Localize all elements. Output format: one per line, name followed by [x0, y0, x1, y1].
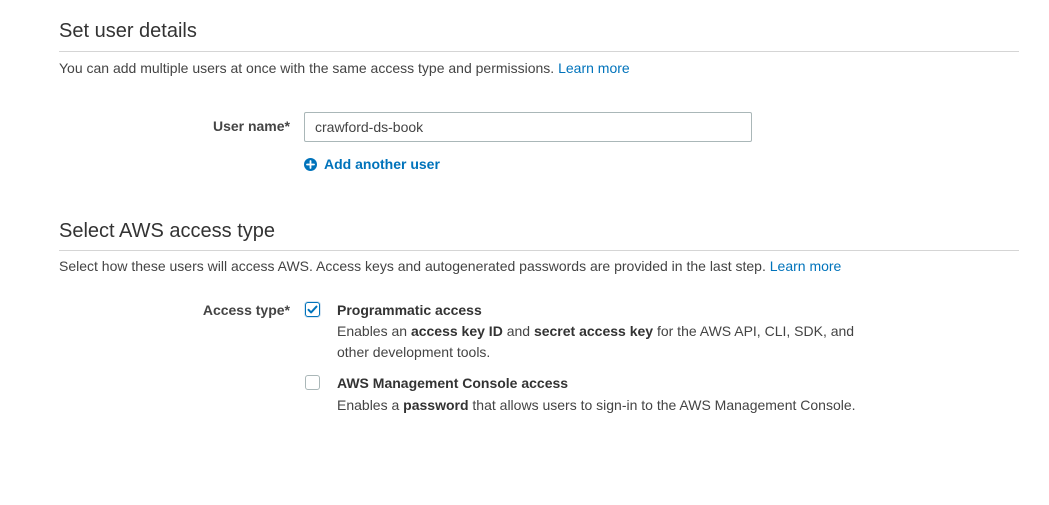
access-type-label: Access type*: [202, 302, 290, 318]
checkmark-icon: [307, 305, 318, 314]
plus-circle-icon: [304, 157, 317, 171]
access-type-description-text: Select how these users will access AWS. …: [59, 258, 766, 274]
desc-emphasis: password: [403, 397, 469, 413]
desc-text: Enables an: [337, 323, 411, 339]
divider: [59, 51, 1019, 52]
add-another-user-label: Add another user: [324, 156, 440, 172]
console-access-description: Enables a password that allows users to …: [337, 395, 877, 416]
console-access-title: AWS Management Console access: [337, 375, 569, 391]
programmatic-access-title: Programmatic access: [337, 302, 482, 318]
desc-text: and: [502, 323, 534, 339]
section-title-user-details: Set user details: [59, 20, 197, 42]
add-another-user-button[interactable]: Add another user: [304, 156, 440, 172]
console-access-checkbox[interactable]: [305, 375, 320, 390]
section-title-access-type: Select AWS access type: [59, 220, 276, 242]
desc-emphasis: access key ID: [410, 323, 503, 339]
desc-text: that allows users to sign-in to the AWS …: [468, 397, 856, 413]
user-details-description-text: You can add multiple users at once with …: [59, 60, 555, 76]
user-details-description: You can add multiple users at once with …: [59, 60, 630, 76]
access-type-description: Select how these users will access AWS. …: [59, 258, 841, 274]
desc-emphasis: secret access key: [533, 323, 654, 339]
user-name-label: User name*: [212, 118, 290, 134]
programmatic-access-checkbox[interactable]: [305, 302, 320, 317]
divider: [59, 250, 1019, 251]
learn-more-link-user-details[interactable]: Learn more: [558, 60, 630, 76]
desc-text: Enables a: [337, 397, 404, 413]
learn-more-link-access-type[interactable]: Learn more: [770, 258, 842, 274]
user-name-input[interactable]: [304, 112, 752, 142]
programmatic-access-description: Enables an access key ID and secret acce…: [337, 321, 877, 363]
